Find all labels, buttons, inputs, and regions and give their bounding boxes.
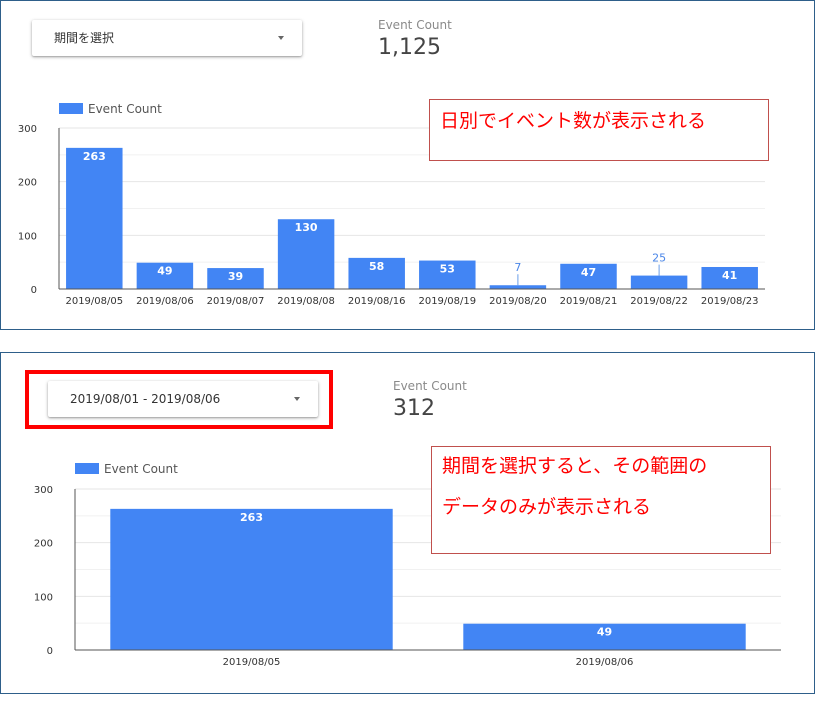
bar <box>66 147 123 289</box>
chart-panel-daily: 期間を選択 Event Count 1,125 Event Count 0 100 2… <box>0 0 815 330</box>
bar-chart-daily: Event Count 0 100 200 300 263 2019/08/05 49 2019… <box>18 102 765 307</box>
bar-data-label: 58 <box>369 260 384 273</box>
annotation-callout: 日別でイベント数が表示される <box>429 99 769 161</box>
x-tick-label: 2019/08/06 <box>576 657 634 668</box>
x-tick-label: 2019/08/06 <box>136 296 194 307</box>
x-tick-label: 2019/08/23 <box>701 296 759 307</box>
x-tick-label: 2019/08/05 <box>65 296 123 307</box>
legend-label: Event Count <box>88 102 162 116</box>
chart-panel-filtered: 2019/08/01 - 2019/08/06 Event Count 312 … <box>0 352 815 694</box>
legend-swatch <box>59 103 83 114</box>
annotation-text-line-2: データのみが表示される <box>442 496 652 518</box>
legend-swatch <box>75 463 99 474</box>
y-tick-label: 300 <box>34 485 53 496</box>
y-tick-label: 200 <box>34 539 53 550</box>
y-tick-label: 0 <box>47 646 53 657</box>
bar-data-label: 47 <box>581 266 596 279</box>
bar-data-label: 7 <box>514 261 521 274</box>
annotation-callout: 期間を選択すると、その範囲の データのみが表示される <box>431 446 771 554</box>
bar-data-label: 25 <box>652 252 666 265</box>
annotation-text-line-1: 期間を選択すると、その範囲の <box>442 455 708 477</box>
bar-data-label: 49 <box>597 626 612 639</box>
bar <box>110 508 393 650</box>
y-tick-label: 200 <box>18 178 37 189</box>
y-tick-label: 0 <box>31 285 37 296</box>
y-tick-label: 100 <box>34 592 53 603</box>
x-tick-label: 2019/08/07 <box>207 296 265 307</box>
x-tick-label: 2019/08/20 <box>489 296 547 307</box>
x-tick-label: 2019/08/08 <box>277 296 335 307</box>
bar-data-label: 263 <box>83 150 106 163</box>
annotation-text: 日別でイベント数が表示される <box>440 110 707 132</box>
x-tick-label: 2019/08/05 <box>223 657 281 668</box>
x-tick-label: 2019/08/21 <box>560 296 618 307</box>
x-tick-label: 2019/08/22 <box>630 296 688 307</box>
bar-data-label: 41 <box>722 269 737 282</box>
bar-data-label: 53 <box>440 263 455 276</box>
y-tick-label: 100 <box>18 231 37 242</box>
y-tick-label: 300 <box>18 124 37 135</box>
bar <box>630 275 688 289</box>
x-tick-label: 2019/08/16 <box>348 296 406 307</box>
bar-data-label: 130 <box>295 221 318 234</box>
bar-data-label: 49 <box>157 265 172 278</box>
bar <box>489 285 547 289</box>
legend-label: Event Count <box>104 462 178 476</box>
bar-data-label: 39 <box>228 270 243 283</box>
bar-data-label: 263 <box>240 511 263 524</box>
x-tick-label: 2019/08/19 <box>418 296 476 307</box>
